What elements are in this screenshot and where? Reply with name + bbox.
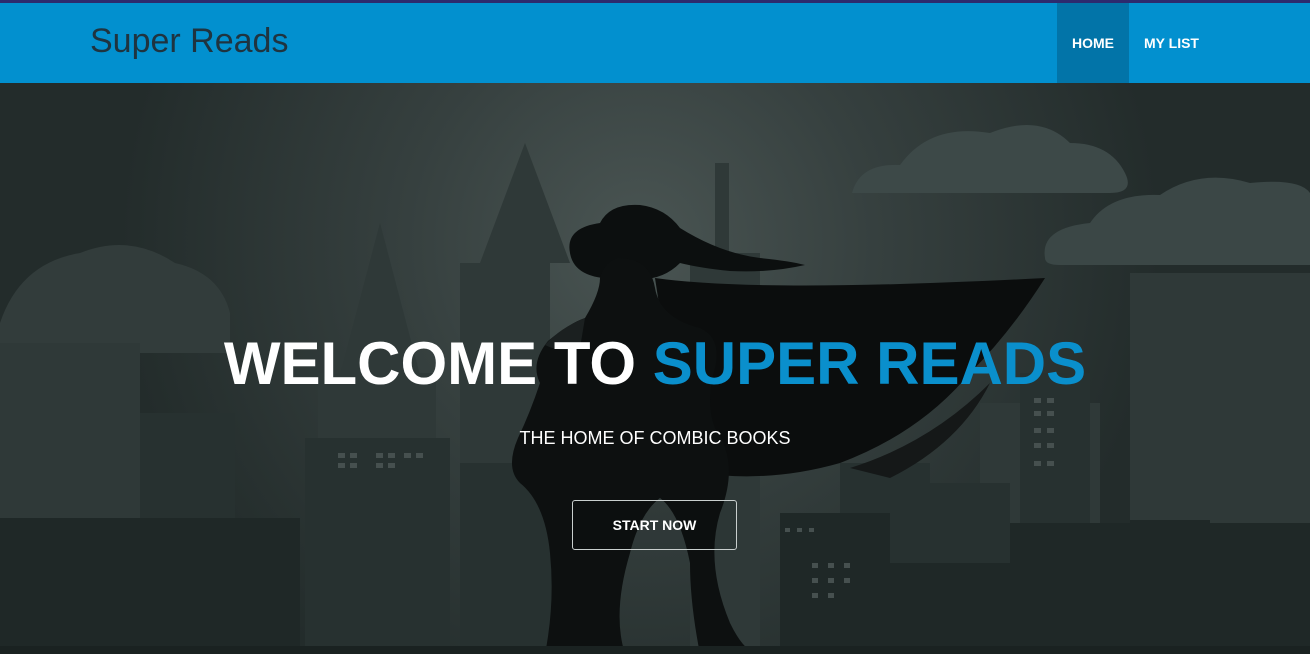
start-now-button[interactable]: START NOW bbox=[572, 500, 737, 550]
hero-subtitle: THE HOME OF COMBIC BOOKS bbox=[519, 428, 791, 448]
nav-item-home[interactable]: HOME bbox=[1057, 3, 1129, 83]
navbar: Super Reads HOME MY LIST bbox=[0, 3, 1310, 83]
nav-item-my-list[interactable]: MY LIST bbox=[1129, 3, 1214, 83]
headline-prefix: WELCOME TO bbox=[223, 330, 653, 397]
brand-logo-link[interactable]: Super Reads bbox=[90, 22, 288, 61]
headline-accent: SUPER READS bbox=[652, 330, 1087, 397]
hero-headline: WELCOME TO SUPER READS bbox=[0, 329, 1310, 398]
hero-section: WELCOME TO SUPER READS THE HOME OF COMBI… bbox=[0, 83, 1310, 654]
main-nav: HOME MY LIST bbox=[1057, 3, 1214, 83]
